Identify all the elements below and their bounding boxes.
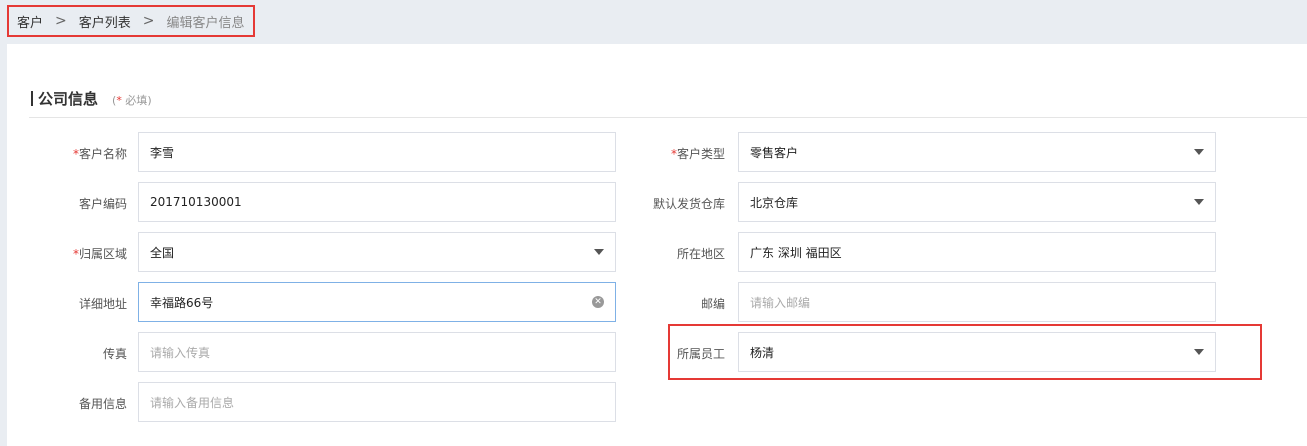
breadcrumb-item-customer-list[interactable]: 客户列表 xyxy=(79,12,131,31)
fax-label: 传真 xyxy=(102,347,127,361)
remark-placeholder: 请输入备用信息 xyxy=(150,395,235,410)
required-note-text: 必填 xyxy=(121,94,148,107)
postcode-placeholder: 请输入邮编 xyxy=(750,295,811,310)
breadcrumb-item-customer[interactable]: 客户 xyxy=(17,12,43,31)
employee-highlight-box xyxy=(668,324,1262,380)
region-value: 全国 xyxy=(150,245,175,260)
section-header: 公司信息 (* 必填) xyxy=(31,88,152,109)
region-label: *归属区域 xyxy=(72,247,127,261)
customer-name-label: *客户名称 xyxy=(72,147,127,161)
remark-label: 备用信息 xyxy=(78,397,127,411)
breadcrumb-separator: > xyxy=(55,13,67,29)
address-label: 详细地址 xyxy=(78,297,127,311)
customer-name-input[interactable]: 李雪 xyxy=(138,132,616,172)
warehouse-label: 默认发货仓库 xyxy=(652,197,725,211)
fax-placeholder: 请输入传真 xyxy=(150,345,211,360)
caret-down-icon[interactable] xyxy=(1194,199,1204,205)
fax-input[interactable]: 请输入传真 xyxy=(138,332,616,372)
customer-type-value: 零售客户 xyxy=(750,145,799,160)
clear-icon[interactable]: ✕ xyxy=(592,296,604,308)
customer-type-select[interactable]: 零售客户 xyxy=(738,132,1216,172)
customer-type-label: *客户类型 xyxy=(670,147,725,161)
address-value: 幸福路66号 xyxy=(150,295,214,310)
breadcrumb: 客户 > 客户列表 > 编辑客户信息 xyxy=(7,5,255,37)
breadcrumb-separator: > xyxy=(142,13,155,29)
location-input[interactable]: 广东 深圳 福田区 xyxy=(738,232,1216,272)
caret-down-icon[interactable] xyxy=(594,249,604,255)
postcode-input[interactable]: 请输入邮编 xyxy=(738,282,1216,322)
section-divider xyxy=(29,117,1307,118)
warehouse-value: 北京仓库 xyxy=(750,195,799,210)
required-note: (* 必填) xyxy=(112,94,152,107)
section-title: 公司信息 xyxy=(38,90,99,108)
warehouse-select[interactable]: 北京仓库 xyxy=(738,182,1216,222)
remark-input[interactable]: 请输入备用信息 xyxy=(138,382,616,422)
location-label: 所在地区 xyxy=(676,247,725,261)
form-panel: 公司信息 (* 必填) *客户名称 李雪 客户编码 201710130001 *… xyxy=(7,44,1307,446)
section-title-bar xyxy=(31,91,33,106)
customer-code-value: 201710130001 xyxy=(150,195,242,209)
caret-down-icon[interactable] xyxy=(1194,149,1204,155)
customer-code-input[interactable]: 201710130001 xyxy=(138,182,616,222)
address-input[interactable]: 幸福路66号 ✕ xyxy=(138,282,616,322)
postcode-label: 邮编 xyxy=(700,297,725,311)
customer-code-label: 客户编码 xyxy=(78,197,127,211)
top-bar: 客户 > 客户列表 > 编辑客户信息 xyxy=(0,0,1307,44)
region-select[interactable]: 全国 xyxy=(138,232,616,272)
customer-name-value: 李雪 xyxy=(150,145,175,160)
location-value: 广东 深圳 福田区 xyxy=(750,245,842,260)
breadcrumb-item-edit-customer: 编辑客户信息 xyxy=(166,15,245,31)
